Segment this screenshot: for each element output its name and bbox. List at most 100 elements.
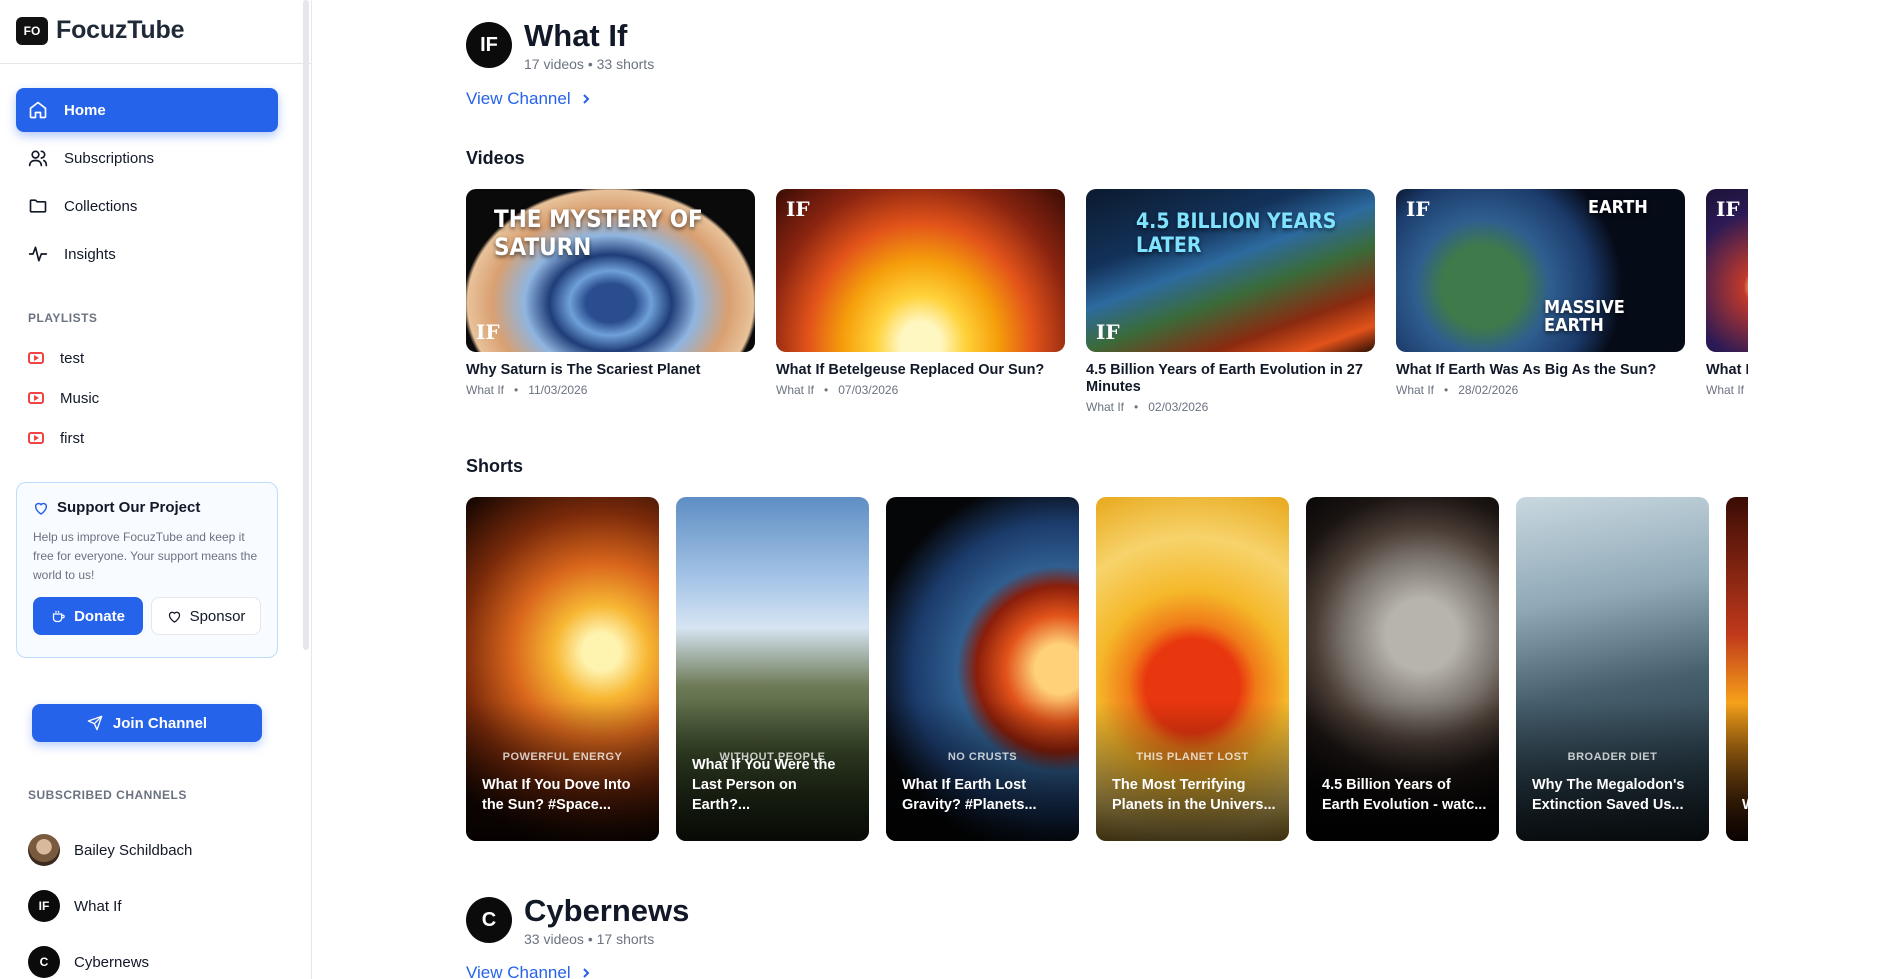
short-title: What If You Dove Into the Sun? #Space... (482, 777, 631, 813)
chevron-right-icon (582, 968, 590, 978)
short-card[interactable]: THIS PLANET LOST The Most Terrifying Pla… (1096, 497, 1289, 841)
short-overlay (1306, 701, 1499, 841)
short-card[interactable]: 4.5 Billion Years of Earth Evolution - w… (1306, 497, 1499, 841)
playlists-heading: PLAYLISTS (28, 311, 98, 325)
subscribed-channel-name: Bailey Schildbach (74, 841, 193, 859)
short-title: W O (1742, 795, 1748, 815)
channel-info: Cybernews 33 videos • 17 shorts (524, 893, 689, 947)
video-title[interactable]: 4.5 Billion Years of Earth Evolution in … (1086, 362, 1375, 396)
youtube-icon (28, 352, 44, 364)
video-title[interactable]: Why Saturn is The Scariest Planet (466, 362, 755, 379)
channel-avatar[interactable]: IF (466, 22, 512, 68)
channel-badge: IF (476, 320, 500, 344)
short-card[interactable]: NO CRUSTS What If Earth Lost Gravity? #P… (886, 497, 1079, 841)
subscribed-channel-name: What If (74, 897, 122, 915)
activity-icon (28, 246, 48, 262)
nav-label: Insights (64, 245, 116, 263)
video-thumbnail[interactable]: THE MYSTERY OF SATURN IF (466, 189, 755, 352)
channel-meta: 33 videos • 17 shorts (524, 931, 655, 947)
short-caption: POWERFUL ENERGY (502, 751, 623, 763)
playlists-list: test Music first (28, 338, 278, 458)
short-overlay (466, 701, 659, 841)
short-overlay (886, 701, 1079, 841)
home-icon (29, 101, 47, 119)
video-card[interactable]: IF What If Bang? What If (1706, 189, 1748, 429)
video-title[interactable]: What If Betelgeuse Replaced Our Sun? (776, 362, 1065, 379)
support-title: Support Our Project (57, 499, 201, 516)
app-name: FocuzTube (56, 16, 185, 44)
videos-row: THE MYSTERY OF SATURN IF Why Saturn is T… (466, 189, 1748, 429)
channel-badge: IF (1096, 320, 1120, 344)
sponsor-label: Sponsor (189, 607, 246, 625)
app-logo[interactable]: FO FocuzTube (16, 16, 184, 45)
subscribed-channel-item[interactable]: Bailey Schildbach (28, 822, 288, 878)
playlist-item-music[interactable]: Music (28, 378, 278, 418)
video-thumbnail[interactable]: EARTH MASSIVE EARTH IF (1396, 189, 1685, 352)
avatar: IF (28, 890, 60, 922)
view-channel-label: View Channel (466, 89, 571, 108)
channel-info: What If 17 videos • 33 shorts (524, 18, 654, 72)
short-card[interactable]: W O (1726, 497, 1748, 841)
video-meta: What If • 28/02/2026 (1396, 383, 1519, 397)
video-date: 28/02/2026 (1458, 383, 1519, 397)
channel-name[interactable]: Cybernews (524, 893, 689, 929)
join-channel-label: Join Channel (112, 714, 208, 732)
nav-item-insights[interactable]: Insights (16, 232, 278, 276)
view-channel-link[interactable]: View Channel (466, 89, 591, 109)
video-thumbnail[interactable]: 4.5 BILLION YEARS LATER IF (1086, 189, 1375, 352)
video-card[interactable]: 4.5 BILLION YEARS LATER IF 4.5 Billion Y… (1086, 189, 1375, 429)
shorts-section-title: Shorts (466, 456, 524, 476)
short-caption: NO CRUSTS (947, 751, 1018, 763)
channel-badge: IF (1716, 197, 1740, 221)
short-card[interactable]: WITHOUT PEOPLE What If You Were the Last… (676, 497, 869, 841)
send-icon (87, 715, 103, 731)
short-card[interactable]: BROADER DIET Why The Megalodon's Extinct… (1516, 497, 1709, 841)
users-icon (28, 150, 48, 167)
sidebar-scrollbar[interactable] (303, 0, 309, 650)
sidebar: FO FocuzTube Home Subscriptions Collecti… (0, 0, 312, 979)
subscribed-channel-item[interactable]: C Cybernews (28, 934, 288, 979)
video-date: 11/03/2026 (528, 383, 588, 397)
short-title: What If Earth Lost Gravity? #Planets... (902, 777, 1037, 813)
donate-button[interactable]: Donate (33, 597, 143, 635)
video-title[interactable]: What If Earth Was As Big As the Sun? (1396, 362, 1685, 379)
channel-avatar[interactable]: C (466, 897, 512, 943)
subscribed-channel-name: Cybernews (74, 953, 150, 971)
playlist-label: first (60, 429, 85, 447)
view-channel-link[interactable]: View Channel (466, 963, 591, 979)
join-channel-button[interactable]: Join Channel (32, 704, 262, 742)
sponsor-button[interactable]: Sponsor (151, 597, 261, 635)
video-thumbnail[interactable]: IF (776, 189, 1065, 352)
nav-item-home[interactable]: Home (16, 88, 278, 132)
nav-label: Collections (64, 197, 138, 215)
video-card[interactable]: THE MYSTERY OF SATURN IF Why Saturn is T… (466, 189, 755, 429)
heart-icon (34, 502, 48, 515)
short-caption: THIS PLANET LOST (1136, 751, 1249, 763)
playlist-label: test (60, 349, 85, 367)
support-text: Help us improve FocuzTube and keep it fr… (33, 530, 258, 582)
thumbnail-text: EARTH (1588, 197, 1648, 218)
video-channel: What If (466, 383, 505, 397)
nav-item-collections[interactable]: Collections (16, 184, 278, 228)
video-channel: What If (1396, 383, 1435, 397)
support-buttons: Donate Sponsor (33, 597, 261, 635)
video-thumbnail[interactable]: IF (1706, 189, 1748, 352)
short-title: What If You Were the Last Person on Eart… (692, 757, 836, 813)
playlist-item-test[interactable]: test (28, 338, 278, 378)
video-title[interactable]: What If Bang? (1706, 362, 1748, 379)
heart-icon (168, 611, 180, 623)
playlist-item-first[interactable]: first (28, 418, 278, 458)
subscribed-channels-list: Bailey Schildbach IF What If C Cybernews (28, 822, 288, 979)
video-card[interactable]: EARTH MASSIVE EARTH IF What If Earth Was… (1396, 189, 1685, 429)
channel-name[interactable]: What If (524, 18, 654, 54)
shorts-row: POWERFUL ENERGY What If You Dove Into th… (466, 497, 1748, 841)
short-overlay (1726, 701, 1748, 841)
short-card[interactable]: POWERFUL ENERGY What If You Dove Into th… (466, 497, 659, 841)
donate-label: Donate (74, 607, 125, 625)
video-card[interactable]: IF What If Betelgeuse Replaced Our Sun? … (776, 189, 1065, 429)
subscribed-channel-item[interactable]: IF What If (28, 878, 288, 934)
nav-item-subscriptions[interactable]: Subscriptions (16, 136, 278, 180)
channel-header: C Cybernews 33 videos • 17 shorts (466, 893, 689, 947)
youtube-icon (28, 432, 44, 444)
short-overlay (1096, 701, 1289, 841)
